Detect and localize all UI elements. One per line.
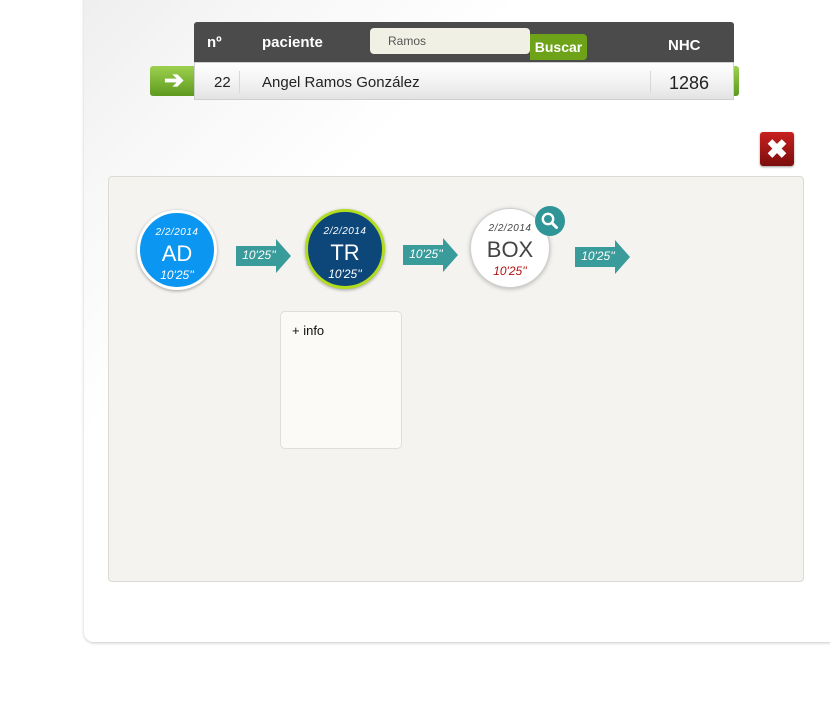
search-input[interactable] <box>370 28 526 54</box>
step-time: 10'25'' <box>160 268 194 282</box>
step-tr-circle[interactable]: 2/2/2014 TR 10'25'' <box>305 209 385 289</box>
column-number-header: nº <box>207 34 222 51</box>
transition-arrow: 10'25'' <box>236 239 292 273</box>
patient-number: 22 <box>214 74 231 91</box>
search-button[interactable]: Buscar <box>530 34 587 60</box>
search-box: Buscar <box>370 28 587 60</box>
column-divider <box>239 71 240 93</box>
step-date: 2/2/2014 <box>323 226 367 237</box>
close-icon: ✖ <box>766 134 788 164</box>
more-info-link[interactable]: + info <box>292 323 324 338</box>
patient-name: Angel Ramos González <box>262 74 420 91</box>
transition-time: 10'25'' <box>242 248 276 262</box>
table-row[interactable]: 22 Angel Ramos González 1286 <box>194 62 734 100</box>
transition-time: 10'25'' <box>409 247 443 261</box>
step-time: 10'25'' <box>328 267 362 281</box>
magnifier-icon <box>541 212 558 229</box>
transition-time: 10'25'' <box>581 249 615 263</box>
info-panel: + info <box>280 311 402 449</box>
patient-search-header: nº paciente Buscar NHC <box>194 22 734 62</box>
step-code: TR <box>330 240 360 265</box>
step-date: 2/2/2014 <box>155 227 199 238</box>
column-patient-header: paciente <box>262 34 323 51</box>
step-ad-circle[interactable]: 2/2/2014 AD 10'25'' <box>137 210 217 290</box>
transition-arrow: 10'25'' <box>403 238 459 272</box>
close-button[interactable]: ✖ <box>760 132 794 166</box>
column-divider <box>650 71 651 93</box>
zoom-button[interactable] <box>535 206 565 236</box>
open-patient-button[interactable]: ➔ <box>150 66 198 96</box>
column-nhc-header: NHC <box>668 37 701 54</box>
transition-arrow: 10'25'' <box>575 240 631 274</box>
patient-nhc: 1286 <box>669 73 710 93</box>
step-code: AD <box>161 241 193 266</box>
arrow-right-icon: ➔ <box>163 67 185 94</box>
step-time: 10'25'' <box>493 264 527 278</box>
step-code: BOX <box>486 237 534 262</box>
